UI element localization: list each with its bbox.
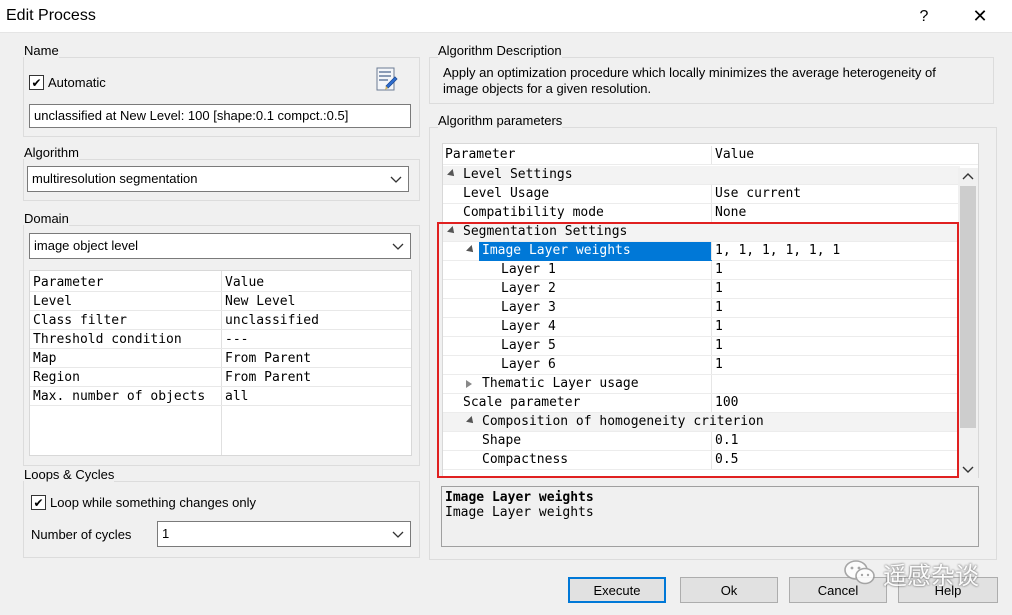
automatic-checkbox[interactable]: ✔ (29, 75, 44, 90)
execute-button[interactable]: Execute (568, 577, 666, 603)
name-group-label: Name (24, 43, 59, 58)
domain-select-value: image object level (34, 238, 139, 253)
wechat-icon (844, 560, 875, 585)
name-field[interactable]: unclassified at New Level: 100 [shape:0.… (29, 104, 411, 128)
parameter-tree-header: Parameter Value (443, 146, 978, 165)
loop-checkbox[interactable]: ✔ (31, 495, 46, 510)
cycles-label: Number of cycles (31, 527, 132, 542)
loop-label: Loop while something changes only (50, 495, 256, 510)
parameter-description-box: Image Layer weights Image Layer weights (441, 486, 979, 547)
table-row[interactable]: Threshold condition --- (30, 330, 411, 349)
help-icon[interactable]: ? (902, 0, 946, 33)
close-icon[interactable]: ✕ (958, 0, 1002, 33)
chevron-down-icon (390, 176, 402, 183)
tree-row[interactable]: Level Usage Use current (443, 185, 960, 204)
window-title: Edit Process (6, 7, 96, 24)
domain-table: Parameter Value Level New Level Class fi… (29, 270, 412, 456)
collapse-icon[interactable] (447, 169, 457, 179)
domain-table-header: Parameter Value (30, 273, 411, 292)
scroll-up-icon[interactable] (962, 171, 974, 181)
watermark: 遥感杂谈 (843, 553, 1008, 593)
description-group-label: Algorithm Description (438, 43, 562, 58)
loops-group-label: Loops & Cycles (24, 467, 115, 482)
domain-group-label: Domain (24, 211, 69, 226)
tree-category-level-settings[interactable]: Level Settings (443, 166, 960, 185)
table-row[interactable]: Level New Level (30, 292, 411, 311)
algorithm-group-label: Algorithm (24, 145, 79, 160)
table-row[interactable]: Class filter unclassified (30, 311, 411, 330)
watermark-text: 遥感杂谈 (883, 561, 979, 590)
algorithm-select-value: multiresolution segmentation (32, 171, 198, 186)
algorithm-description: Apply an optimization procedure which lo… (443, 65, 936, 96)
chevron-down-icon (392, 243, 404, 250)
title-bar: Edit Process ? ✕ (0, 0, 1012, 33)
scrollbar-thumb[interactable] (960, 186, 976, 428)
table-row[interactable]: Region From Parent (30, 368, 411, 387)
domain-select[interactable]: image object level (29, 233, 411, 259)
params-group-label: Algorithm parameters (438, 113, 563, 128)
tree-row[interactable]: Compatibility mode None (443, 204, 960, 223)
scroll-down-icon[interactable] (962, 465, 974, 475)
ok-button[interactable]: Ok (680, 577, 778, 603)
edit-name-icon[interactable] (376, 67, 398, 93)
algorithm-select[interactable]: multiresolution segmentation (27, 166, 409, 192)
table-row[interactable]: Max. number of objects all (30, 387, 411, 406)
automatic-label: Automatic (48, 75, 106, 90)
chevron-down-icon (392, 531, 404, 538)
table-row[interactable]: Map From Parent (30, 349, 411, 368)
parameter-description-text: Image Layer weights (445, 505, 594, 520)
cycles-select[interactable]: 1 (157, 521, 411, 547)
highlight-annotation-box (437, 222, 959, 478)
cycles-select-value: 1 (162, 526, 170, 541)
parameter-description-title: Image Layer weights (445, 490, 594, 505)
